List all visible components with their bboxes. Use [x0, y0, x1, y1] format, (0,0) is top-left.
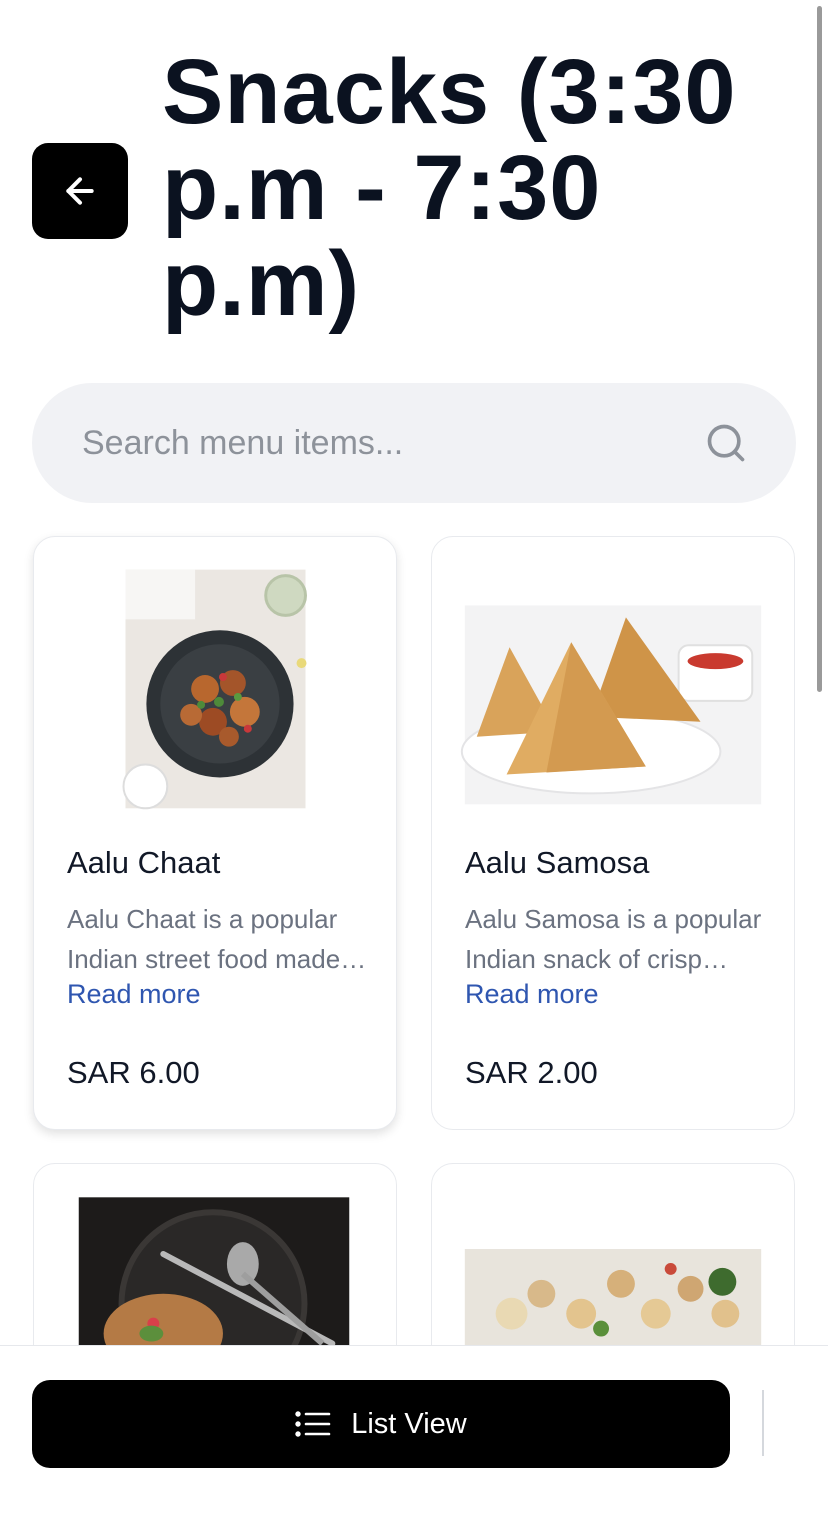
menu-item-image: [78, 1197, 350, 1346]
list-view-label: List View: [351, 1407, 467, 1440]
back-button[interactable]: [32, 143, 128, 239]
divider: [762, 1390, 764, 1456]
menu-card-aalu-samosa[interactable]: Aalu Samosa Aalu Samosa is a popular Ind…: [431, 536, 795, 1130]
list-view-button[interactable]: List View: [32, 1380, 730, 1468]
search-icon[interactable]: [704, 421, 748, 465]
read-more-link[interactable]: Read more: [67, 979, 201, 1010]
item-name: Aalu Samosa: [465, 845, 650, 880]
page-title: Snacks (3:30 p.m - 7:30 p.m): [162, 41, 737, 335]
item-price: SAR 2.00: [465, 1055, 598, 1090]
item-price: SAR 6.00: [67, 1055, 200, 1090]
arrow-left-icon: [66, 177, 94, 205]
read-more-link[interactable]: Read more: [465, 979, 599, 1010]
list-icon: [295, 1411, 331, 1437]
aalu-samosa-image: [460, 605, 762, 805]
search-bar[interactable]: [32, 383, 796, 503]
item-description: Aalu Chaat is a popular Indian street fo…: [67, 904, 341, 974]
page-scrollbar[interactable]: [817, 6, 822, 692]
item-name: Aalu Chaat: [67, 845, 221, 880]
aalu-chaat-image: [122, 569, 307, 810]
menu-item-image: [464, 1249, 762, 1346]
search-input[interactable]: [80, 422, 704, 464]
item-description: Aalu Samosa is a popular Indian snack of…: [465, 904, 762, 974]
bottom-bar: List View: [0, 1345, 828, 1513]
menu-card-aalu-chaat[interactable]: Aalu Chaat Aalu Chaat is a popular India…: [33, 536, 397, 1130]
